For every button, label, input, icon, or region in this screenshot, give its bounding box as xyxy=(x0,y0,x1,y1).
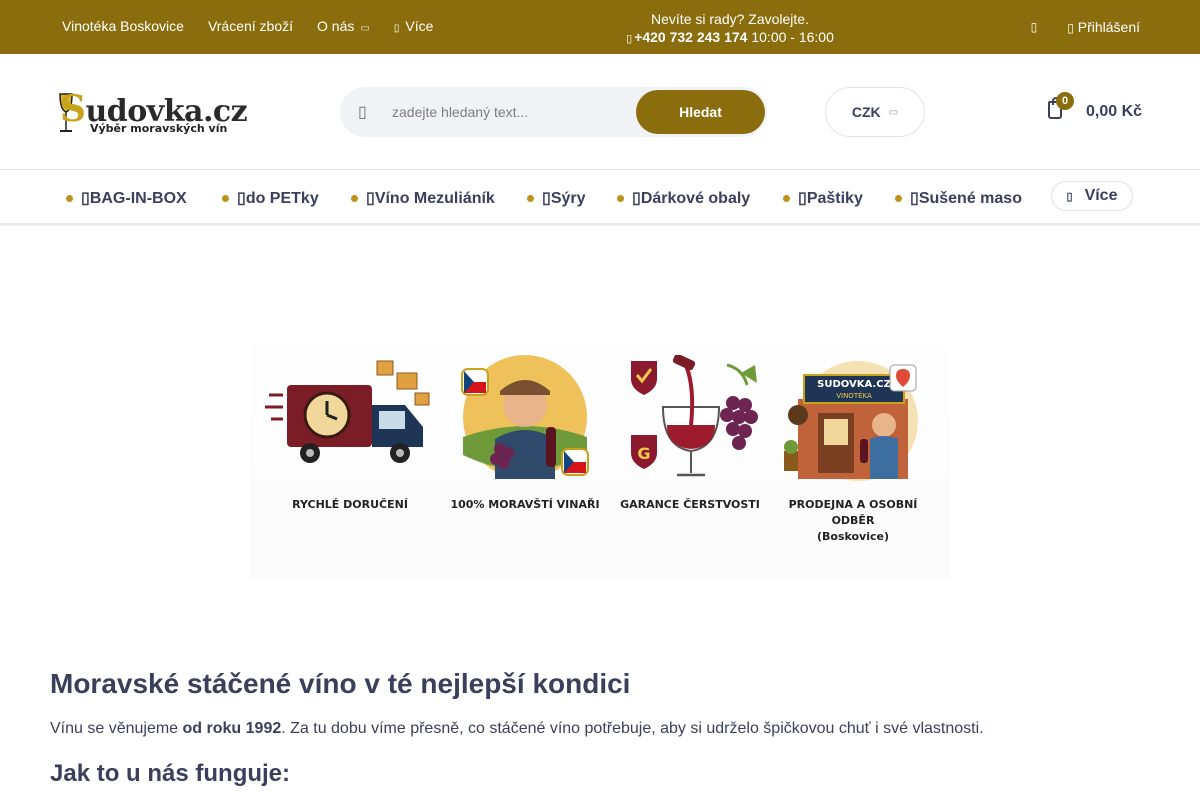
feature-fast-delivery: RYCHLÉ DORUČENÍ xyxy=(265,355,435,513)
login-label: Přihlášení xyxy=(1077,19,1140,35)
call-us-text: Nevíte si rady? Zavolejte. xyxy=(651,11,809,27)
bullet-icon xyxy=(527,194,534,202)
svg-text:G: G xyxy=(637,444,650,463)
call-us: Nevíte si rady? Zavolejte. ▯ +420 732 243… xyxy=(600,10,860,48)
feature-label-line1: PRODEJNA A OSOBNÍ ODBĚR xyxy=(788,498,918,527)
search-bar: ▯ Hledat xyxy=(340,87,767,137)
top-link-about-label: O nás xyxy=(317,18,355,34)
wishlist-icon[interactable]: ▯ xyxy=(1031,20,1038,34)
bullet-icon xyxy=(351,194,358,202)
intro-paragraph: Vínu se věnujeme od roku 1992. Za tu dob… xyxy=(50,720,1150,738)
cart-count-badge: 0 xyxy=(1056,92,1074,110)
category-syry[interactable]: ▯Sýry xyxy=(527,188,617,208)
category-label: ▯do PETky xyxy=(237,190,319,207)
category-label: ▯Paštiky xyxy=(798,190,863,207)
bullet-icon xyxy=(66,194,73,202)
top-link-about[interactable]: O nás ▭ xyxy=(317,18,370,34)
phone-link[interactable]: +420 732 243 174 xyxy=(634,29,747,45)
category-label: ▯Dárkové obaly xyxy=(632,190,751,207)
feature-shop-pickup: SUDOVKA.CZ VINOTÉKA PRODEJNA A OSOBNÍ OD… xyxy=(768,355,938,545)
logo-tagline: Výběr moravských vín xyxy=(90,122,228,135)
feature-moravian-winemakers: 100% MORAVŠTÍ VINAŘI xyxy=(440,355,610,513)
category-darkove-obaly[interactable]: ▯Dárkové obaly xyxy=(617,188,783,208)
feature-label-line2: (Boskovice) xyxy=(816,530,890,543)
intro-text-end: . Za tu dobu víme přesně, co stáčené vín… xyxy=(281,720,984,737)
top-more-label: Více xyxy=(405,18,434,34)
category-bag-in-box[interactable]: ▯BAG-IN-BOX xyxy=(66,188,222,208)
shop-icon: SUDOVKA.CZ VINOTÉKA xyxy=(778,355,928,485)
winemaker-icon xyxy=(450,355,600,485)
bullet-icon xyxy=(222,194,229,202)
feature-label: RYCHLÉ DORUČENÍ xyxy=(292,498,408,511)
category-do-petky[interactable]: ▯do PETky xyxy=(222,188,351,208)
bullet-icon xyxy=(895,194,902,202)
search-icon: ▯ xyxy=(358,104,367,121)
delivery-truck-icon xyxy=(265,355,430,485)
feature-freshness: G GARANCE ČERSTVOSTI xyxy=(605,353,775,513)
category-more-label: Více xyxy=(1084,187,1118,204)
cart-button[interactable]: 0 0,00 Kč xyxy=(1044,92,1154,130)
opening-hours: 10:00 - 16:00 xyxy=(751,29,834,45)
top-right: ▯ ▯ Přihlášení xyxy=(1031,19,1140,35)
menu-icon: ▯ xyxy=(1066,190,1073,203)
category-more-button[interactable]: ▯ Více xyxy=(1051,181,1133,211)
wine-glass-icon: G xyxy=(615,353,765,485)
search-input[interactable] xyxy=(392,87,632,137)
shop-sign-subtext: VINOTÉKA xyxy=(836,391,872,400)
category-nav: ▯BAG-IN-BOX ▯do PETky ▯Víno Mezuliáník ▯… xyxy=(0,170,1200,226)
shop-sign-text: SUDOVKA.CZ xyxy=(817,379,891,390)
category-label: ▯Víno Mezuliáník xyxy=(366,190,495,207)
currency-value: CZK xyxy=(851,104,881,120)
top-link-vinoteka[interactable]: Vinotéka Boskovice xyxy=(62,18,184,34)
cart-total: 0,00 Kč xyxy=(1086,103,1143,120)
bullet-icon xyxy=(783,194,790,202)
intro-text-start: Vínu se věnujeme xyxy=(50,720,183,737)
phone-icon: ▯ xyxy=(626,33,633,45)
bullet-icon xyxy=(617,194,624,202)
category-label: ▯Sýry xyxy=(542,190,586,207)
page-heading: Moravské stáčené víno v té nejlepší kond… xyxy=(50,668,631,699)
category-vino-mezulianik[interactable]: ▯Víno Mezuliáník xyxy=(351,188,527,208)
search-button[interactable]: Hledat xyxy=(636,90,765,134)
benefits-banner: RYCHLÉ DORUČENÍ 100% MORAVŠTÍ VINAŘI G G… xyxy=(250,315,950,580)
section-subheading: Jak to u nás funguje: xyxy=(50,760,291,787)
site-header: Sudovka.cz Výběr moravských vín ▯ Hledat… xyxy=(0,54,1200,170)
chevron-down-icon: ▭ xyxy=(360,23,370,34)
login-link[interactable]: ▯ Přihlášení xyxy=(1067,19,1140,35)
user-icon: ▯ xyxy=(1067,21,1074,35)
main-content: Moravské stáčené víno v té nejlepší kond… xyxy=(50,668,1150,788)
chevron-down-icon: ▭ xyxy=(888,106,899,118)
menu-icon: ▯ xyxy=(393,23,400,34)
category-pastiky[interactable]: ▯Paštiky xyxy=(783,188,895,208)
top-more-button[interactable]: ▯ Více xyxy=(394,18,434,34)
category-susene-maso[interactable]: ▯Sušené maso xyxy=(895,188,1022,208)
logo-initial: S xyxy=(60,88,86,130)
intro-highlight: od roku 1992 xyxy=(182,720,282,737)
logo[interactable]: Sudovka.cz Výběr moravských vín xyxy=(58,88,248,138)
currency-select[interactable]: CZK ▭ xyxy=(825,87,925,137)
category-label: ▯BAG-IN-BOX xyxy=(81,190,187,207)
top-bar: Vinotéka Boskovice Vrácení zboží O nás ▭ … xyxy=(0,0,1200,54)
feature-label: PRODEJNA A OSOBNÍ ODBĚR (Boskovice) xyxy=(768,497,938,545)
category-label: ▯Sušené maso xyxy=(910,190,1022,207)
top-links: Vinotéka Boskovice Vrácení zboží O nás ▭ … xyxy=(62,18,433,34)
feature-label: 100% MORAVŠTÍ VINAŘI xyxy=(450,498,600,511)
top-link-returns[interactable]: Vrácení zboží xyxy=(208,18,293,34)
feature-label: GARANCE ČERSTVOSTI xyxy=(620,498,760,511)
